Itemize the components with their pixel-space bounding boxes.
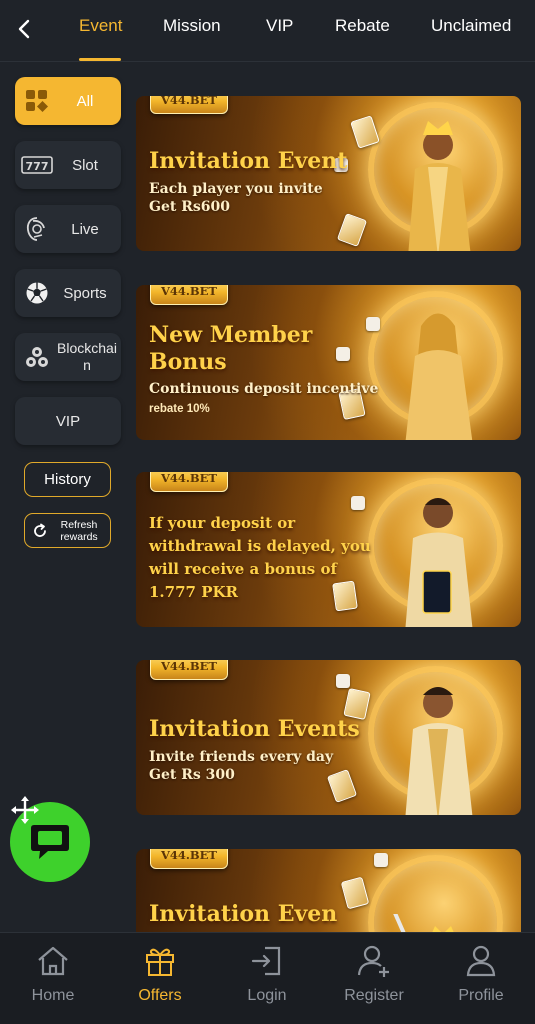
banner-reward: Get Rs 300 (149, 767, 235, 783)
banner-reward: Get Rs600 (149, 199, 230, 215)
category-slot[interactable]: 777 Slot (15, 141, 121, 189)
brand-badge: V44.BET (150, 849, 228, 869)
slot-777-icon: 777 (19, 147, 55, 183)
dice-decoration (374, 853, 388, 867)
nav-home[interactable]: Home (8, 941, 98, 1011)
tab-unclaimed[interactable]: Unclaimed (431, 16, 511, 36)
category-label: VIP (55, 412, 81, 430)
nav-label: Register (344, 987, 404, 1004)
banner-subtitle: Invite friends every day (149, 749, 334, 765)
tab-event[interactable]: Event (79, 16, 122, 36)
banner-text-line: 1.777 PKR (149, 583, 238, 601)
live-dealer-icon (19, 211, 55, 247)
playing-card-decoration (332, 580, 358, 612)
golden-figure-illustration (405, 687, 473, 815)
banner-text-line: withdrawal is delayed, you (149, 537, 371, 555)
banner-title: Invitation Event (149, 148, 348, 174)
nav-label: Profile (458, 987, 504, 1004)
chat-bubble-icon (31, 825, 69, 859)
brand-badge: V44.BET (150, 96, 228, 114)
tab-vip[interactable]: VIP (266, 16, 293, 36)
brand-badge: V44.BET (150, 285, 228, 305)
dice-decoration (351, 496, 365, 510)
gift-icon (140, 941, 180, 981)
login-icon (247, 941, 287, 981)
brand-badge: V44.BET (150, 472, 228, 492)
banner-title-line2: Bonus (149, 349, 227, 375)
nav-label: Offers (138, 987, 182, 1004)
playing-card-decoration (340, 876, 370, 910)
banner-title: Invitation Events (149, 716, 360, 742)
event-banner-delay-bonus[interactable]: V44.BET If your deposit or withdrawal is… (136, 472, 521, 627)
dice-decoration (336, 674, 350, 688)
move-arrows-icon (11, 796, 39, 824)
grid-icon (19, 83, 55, 119)
event-banner-new-member[interactable]: V44.BET New Member Bonus Continuous depo… (136, 285, 521, 440)
category-all[interactable]: All (15, 77, 121, 125)
dice-decoration (336, 347, 350, 361)
drag-handle[interactable] (10, 795, 40, 825)
category-label: Sports (63, 284, 107, 302)
bottom-navigation: Home Offers Login Register Profile (0, 932, 535, 1024)
category-vip[interactable]: VIP (15, 397, 121, 445)
category-label: Live (71, 220, 99, 238)
soccer-ball-icon (19, 275, 55, 311)
category-label: Blockchain (57, 340, 117, 373)
nav-label: Home (31, 987, 75, 1004)
playing-card-decoration (326, 769, 358, 803)
banner-subtitle: Continuous deposit incentive (149, 381, 379, 397)
banner-title: New Member (149, 322, 313, 348)
add-user-icon (354, 941, 394, 981)
nav-login[interactable]: Login (222, 941, 312, 1011)
nav-register[interactable]: Register (329, 941, 419, 1011)
user-icon (461, 941, 501, 981)
category-live[interactable]: Live (15, 205, 121, 253)
golden-figure-illustration (405, 498, 473, 627)
home-icon (33, 941, 73, 981)
refresh-rewards-button[interactable]: Refresh rewards (24, 513, 111, 548)
refresh-rewards-label: Refresh rewards (60, 518, 98, 543)
svg-text:777: 777 (26, 160, 49, 173)
category-blockchain[interactable]: Blockchain (15, 333, 121, 381)
chevron-left-icon (18, 19, 30, 39)
category-sports[interactable]: Sports (15, 269, 121, 317)
dice-decoration (366, 317, 380, 331)
banner-text-line: If your deposit or (149, 514, 296, 532)
category-label: All (76, 92, 94, 110)
back-button[interactable] (8, 12, 40, 46)
banner-text-line: will receive a bonus of (149, 560, 337, 578)
banner-title: Invitation Even (149, 901, 338, 927)
nav-label: Login (247, 987, 287, 1004)
banner-rebate: rebate 10% (149, 403, 210, 415)
banner-subtitle: Each player you invite (149, 181, 323, 197)
brand-badge: V44.BET (150, 660, 228, 680)
golden-figure-illustration (405, 313, 473, 440)
active-tab-indicator (79, 58, 121, 61)
event-banner-invitation[interactable]: V44.BET Invitation Event Each player you… (136, 96, 521, 251)
nav-offers[interactable]: Offers (115, 941, 205, 1011)
blockchain-icon (19, 339, 55, 375)
refresh-icon (34, 523, 46, 537)
category-label: Slot (72, 156, 98, 174)
playing-card-decoration (336, 213, 368, 247)
event-banner-invitation-daily[interactable]: V44.BET Invitation Events Invite friends… (136, 660, 521, 815)
history-button[interactable]: History (24, 462, 111, 497)
golden-figure-illustration (408, 121, 471, 251)
nav-profile[interactable]: Profile (436, 941, 526, 1011)
top-tab-bar: Event Mission VIP Rebate Unclaimed (0, 0, 535, 62)
tab-rebate[interactable]: Rebate (335, 16, 390, 36)
tab-mission[interactable]: Mission (163, 16, 221, 36)
